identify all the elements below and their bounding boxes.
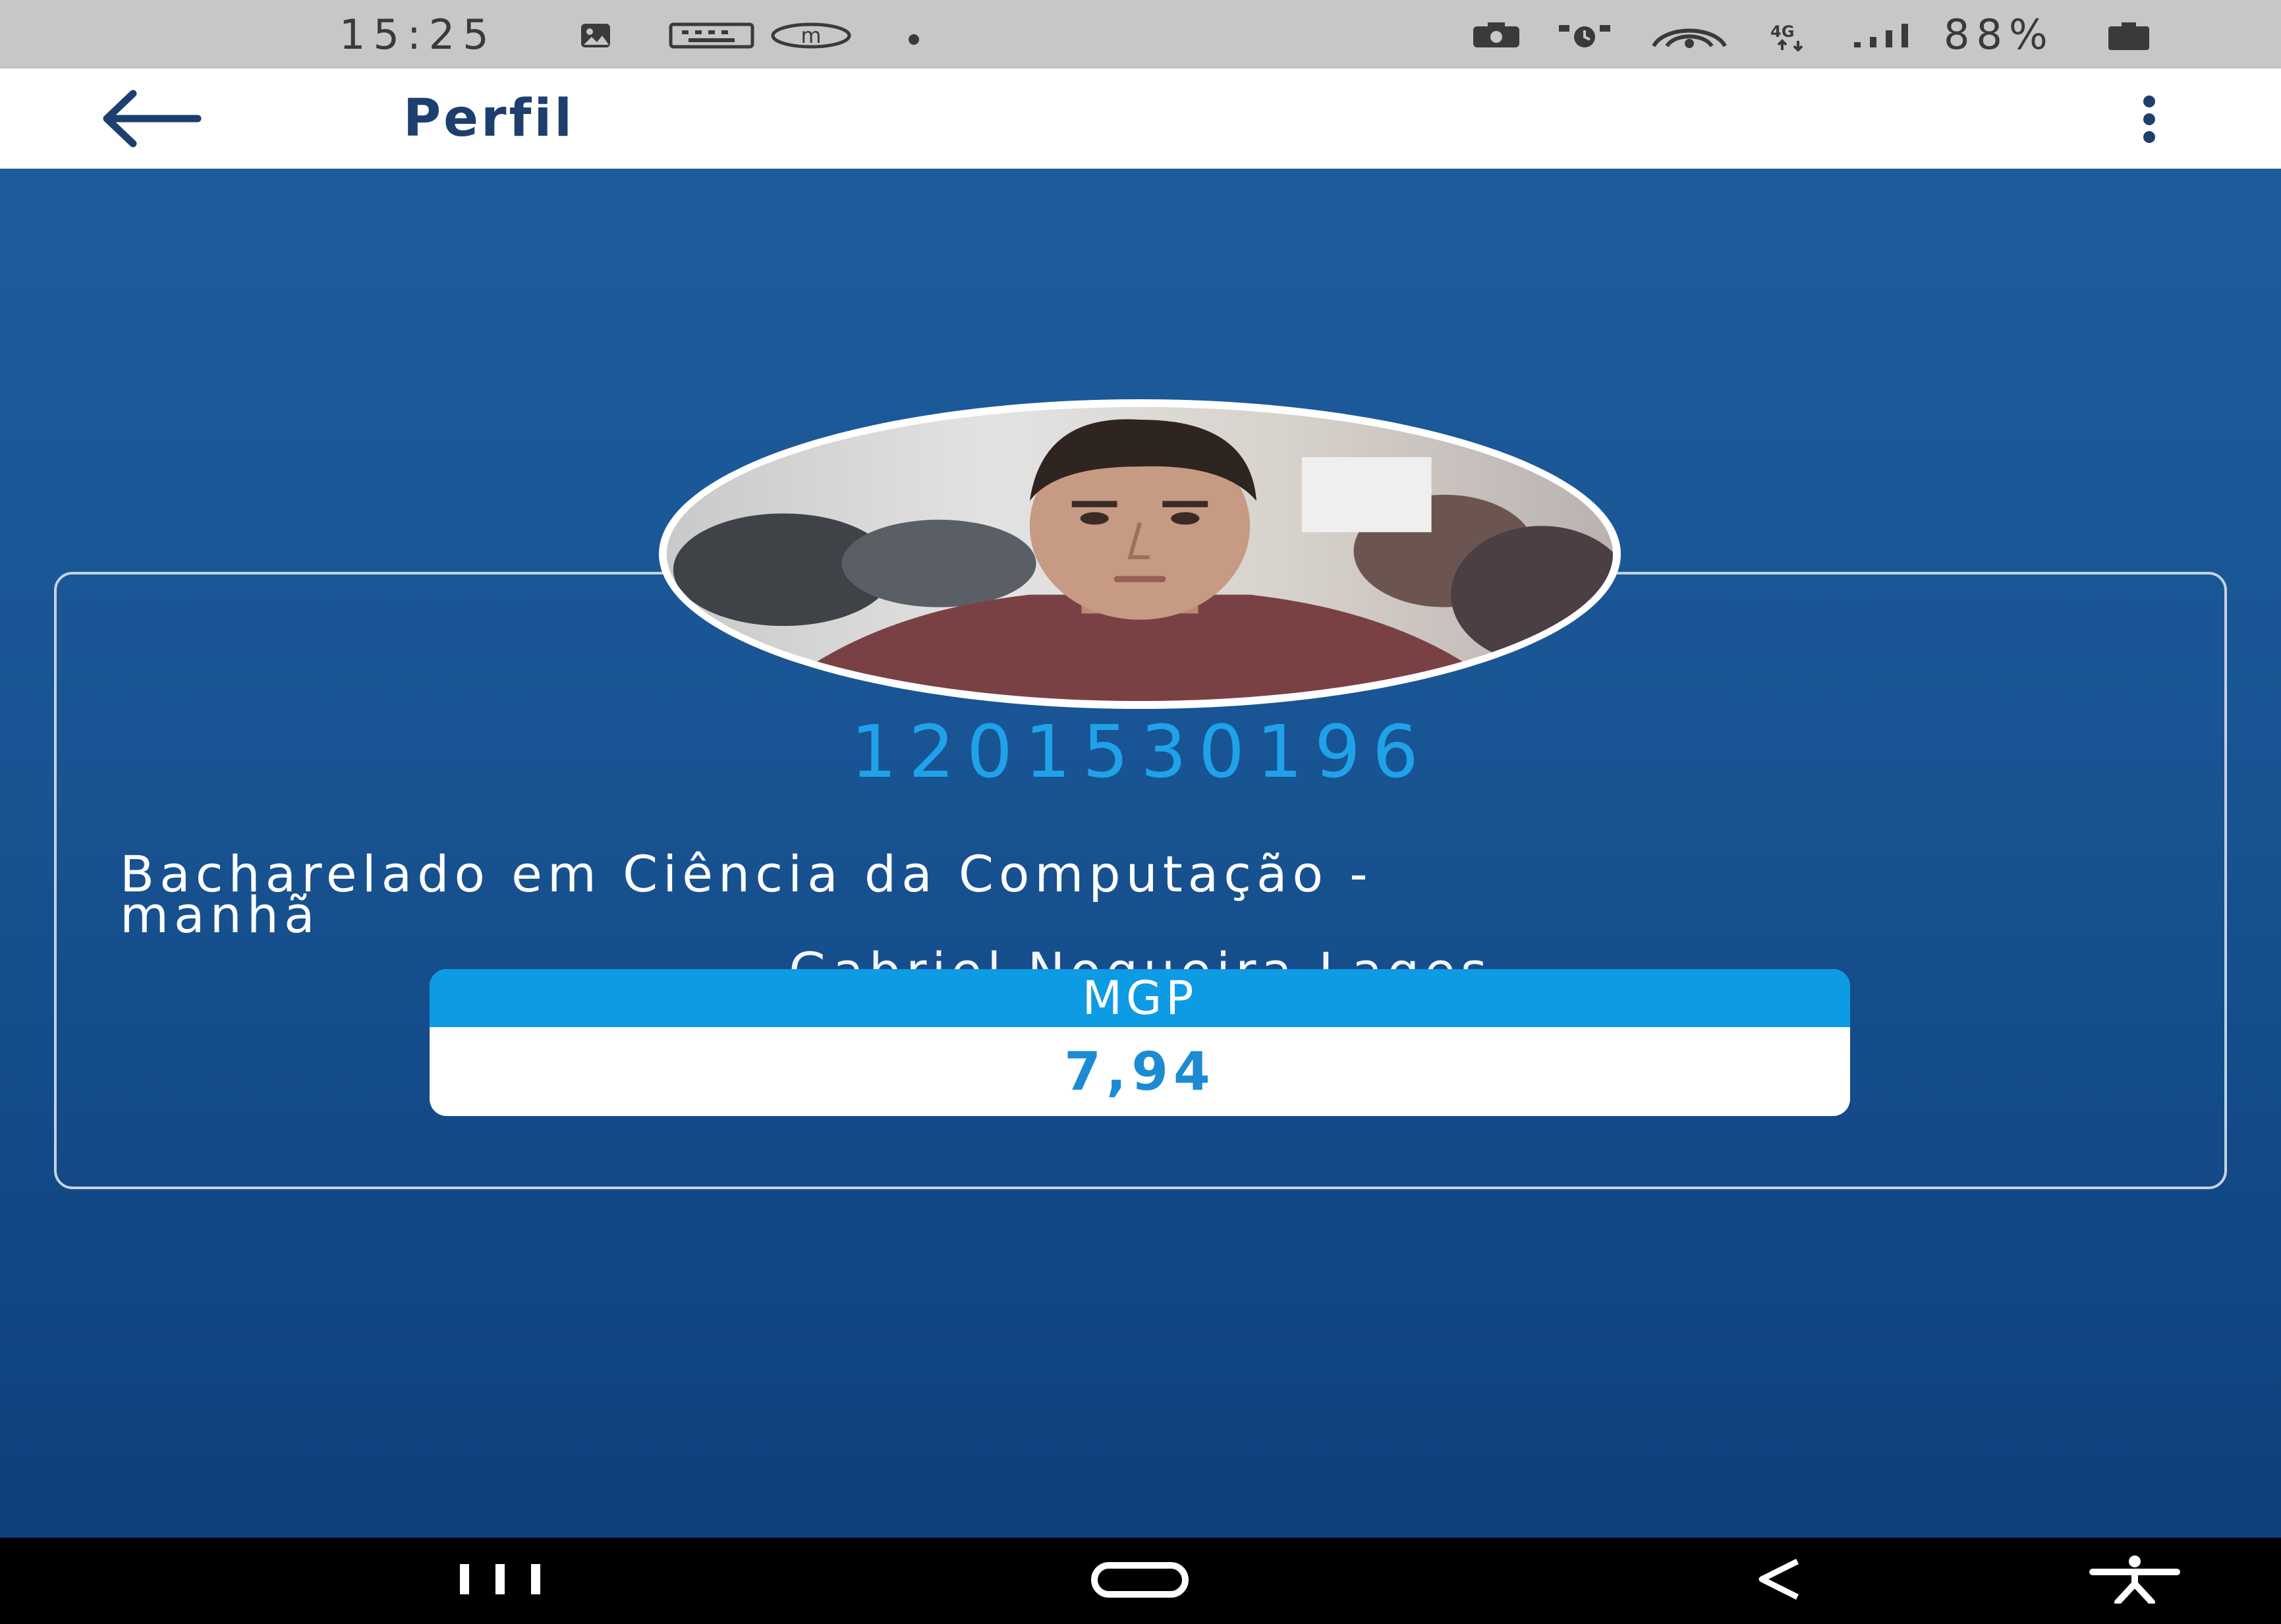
svg-text:4G: 4G xyxy=(1770,22,1794,41)
back-icon xyxy=(1753,1557,1805,1601)
app-bar: Perfil xyxy=(0,69,2281,169)
home-icon xyxy=(1090,1561,1189,1598)
course-line-1: Bacharelado em Ciência da Computação - xyxy=(120,845,1373,903)
dot-icon xyxy=(904,22,924,49)
4g-icon: 4G xyxy=(1768,22,1816,51)
mgp-value: 7,94 xyxy=(1064,1041,1216,1102)
navigation-bar xyxy=(0,1538,2281,1624)
accessibility-button[interactable] xyxy=(2089,1555,2181,1604)
arrow-left-icon xyxy=(99,90,204,152)
mgp-box: MGP 7,94 xyxy=(430,969,1850,1116)
keyboard-icon xyxy=(669,22,754,49)
back-button[interactable] xyxy=(99,88,204,149)
home-button[interactable] xyxy=(1090,1561,1189,1598)
m-app-icon: m xyxy=(771,22,851,49)
camera-icon xyxy=(1471,22,1522,49)
recent-apps-button[interactable] xyxy=(455,1563,547,1596)
more-options-button[interactable] xyxy=(2131,95,2167,144)
avatar xyxy=(659,399,1621,709)
student-course: Bacharelado em Ciência da Computação - m… xyxy=(120,845,2195,940)
student-id: 1201530196 xyxy=(851,710,1430,794)
battery-percent: 88% xyxy=(1944,11,2054,59)
profile-screen: 1201530196 Gabriel Nogueira Lages Bachar… xyxy=(0,169,2281,1538)
signal-icon xyxy=(1851,22,1915,49)
hotspot-icon xyxy=(1647,22,1732,49)
mgp-label: MGP xyxy=(430,969,1850,1027)
more-vertical-icon xyxy=(2131,96,2167,146)
status-time: 15:25 xyxy=(339,11,497,59)
battery-icon xyxy=(2106,22,2152,50)
gallery-icon xyxy=(580,22,611,49)
page-title: Perfil xyxy=(403,89,575,148)
accessibility-icon xyxy=(2089,1555,2181,1604)
recent-apps-icon xyxy=(455,1563,547,1596)
svg-text:m: m xyxy=(801,23,821,48)
alarm-icon xyxy=(1555,22,1614,49)
status-bar: 15:25 m 4G 88% xyxy=(0,0,2281,69)
system-back-button[interactable] xyxy=(1753,1557,1805,1601)
